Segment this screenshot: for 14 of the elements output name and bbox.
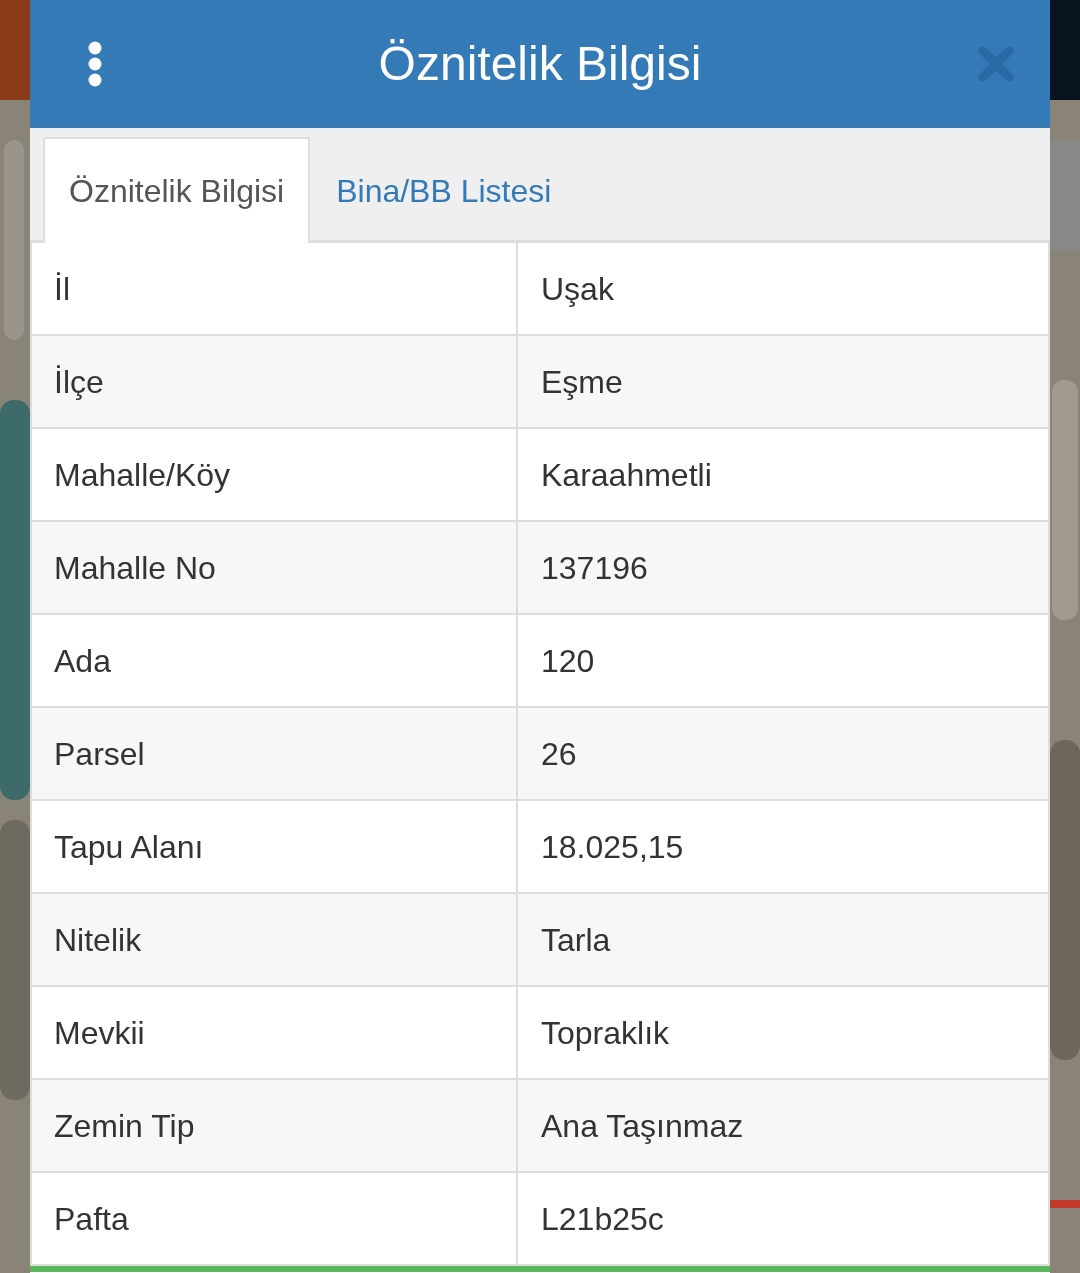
field-value: 137196 (516, 522, 1048, 615)
field-label: Nitelik (32, 894, 516, 987)
field-value: Ana Taşınmaz (516, 1080, 1048, 1173)
field-value: 26 (516, 708, 1048, 801)
field-label: İlçe (32, 336, 516, 429)
field-label: Zemin Tip (32, 1080, 516, 1173)
field-value: Tarla (516, 894, 1048, 987)
tab[interactable]: Bina/BB Listesi (310, 137, 578, 243)
menu-icon[interactable] (88, 41, 102, 87)
tab[interactable]: Öznitelik Bilgisi (43, 137, 311, 243)
field-label: Mahalle No (32, 522, 516, 615)
dialog-title: Öznitelik Bilgisi (377, 36, 703, 93)
field-value: Eşme (516, 336, 1048, 429)
field-label: Parsel (32, 708, 516, 801)
